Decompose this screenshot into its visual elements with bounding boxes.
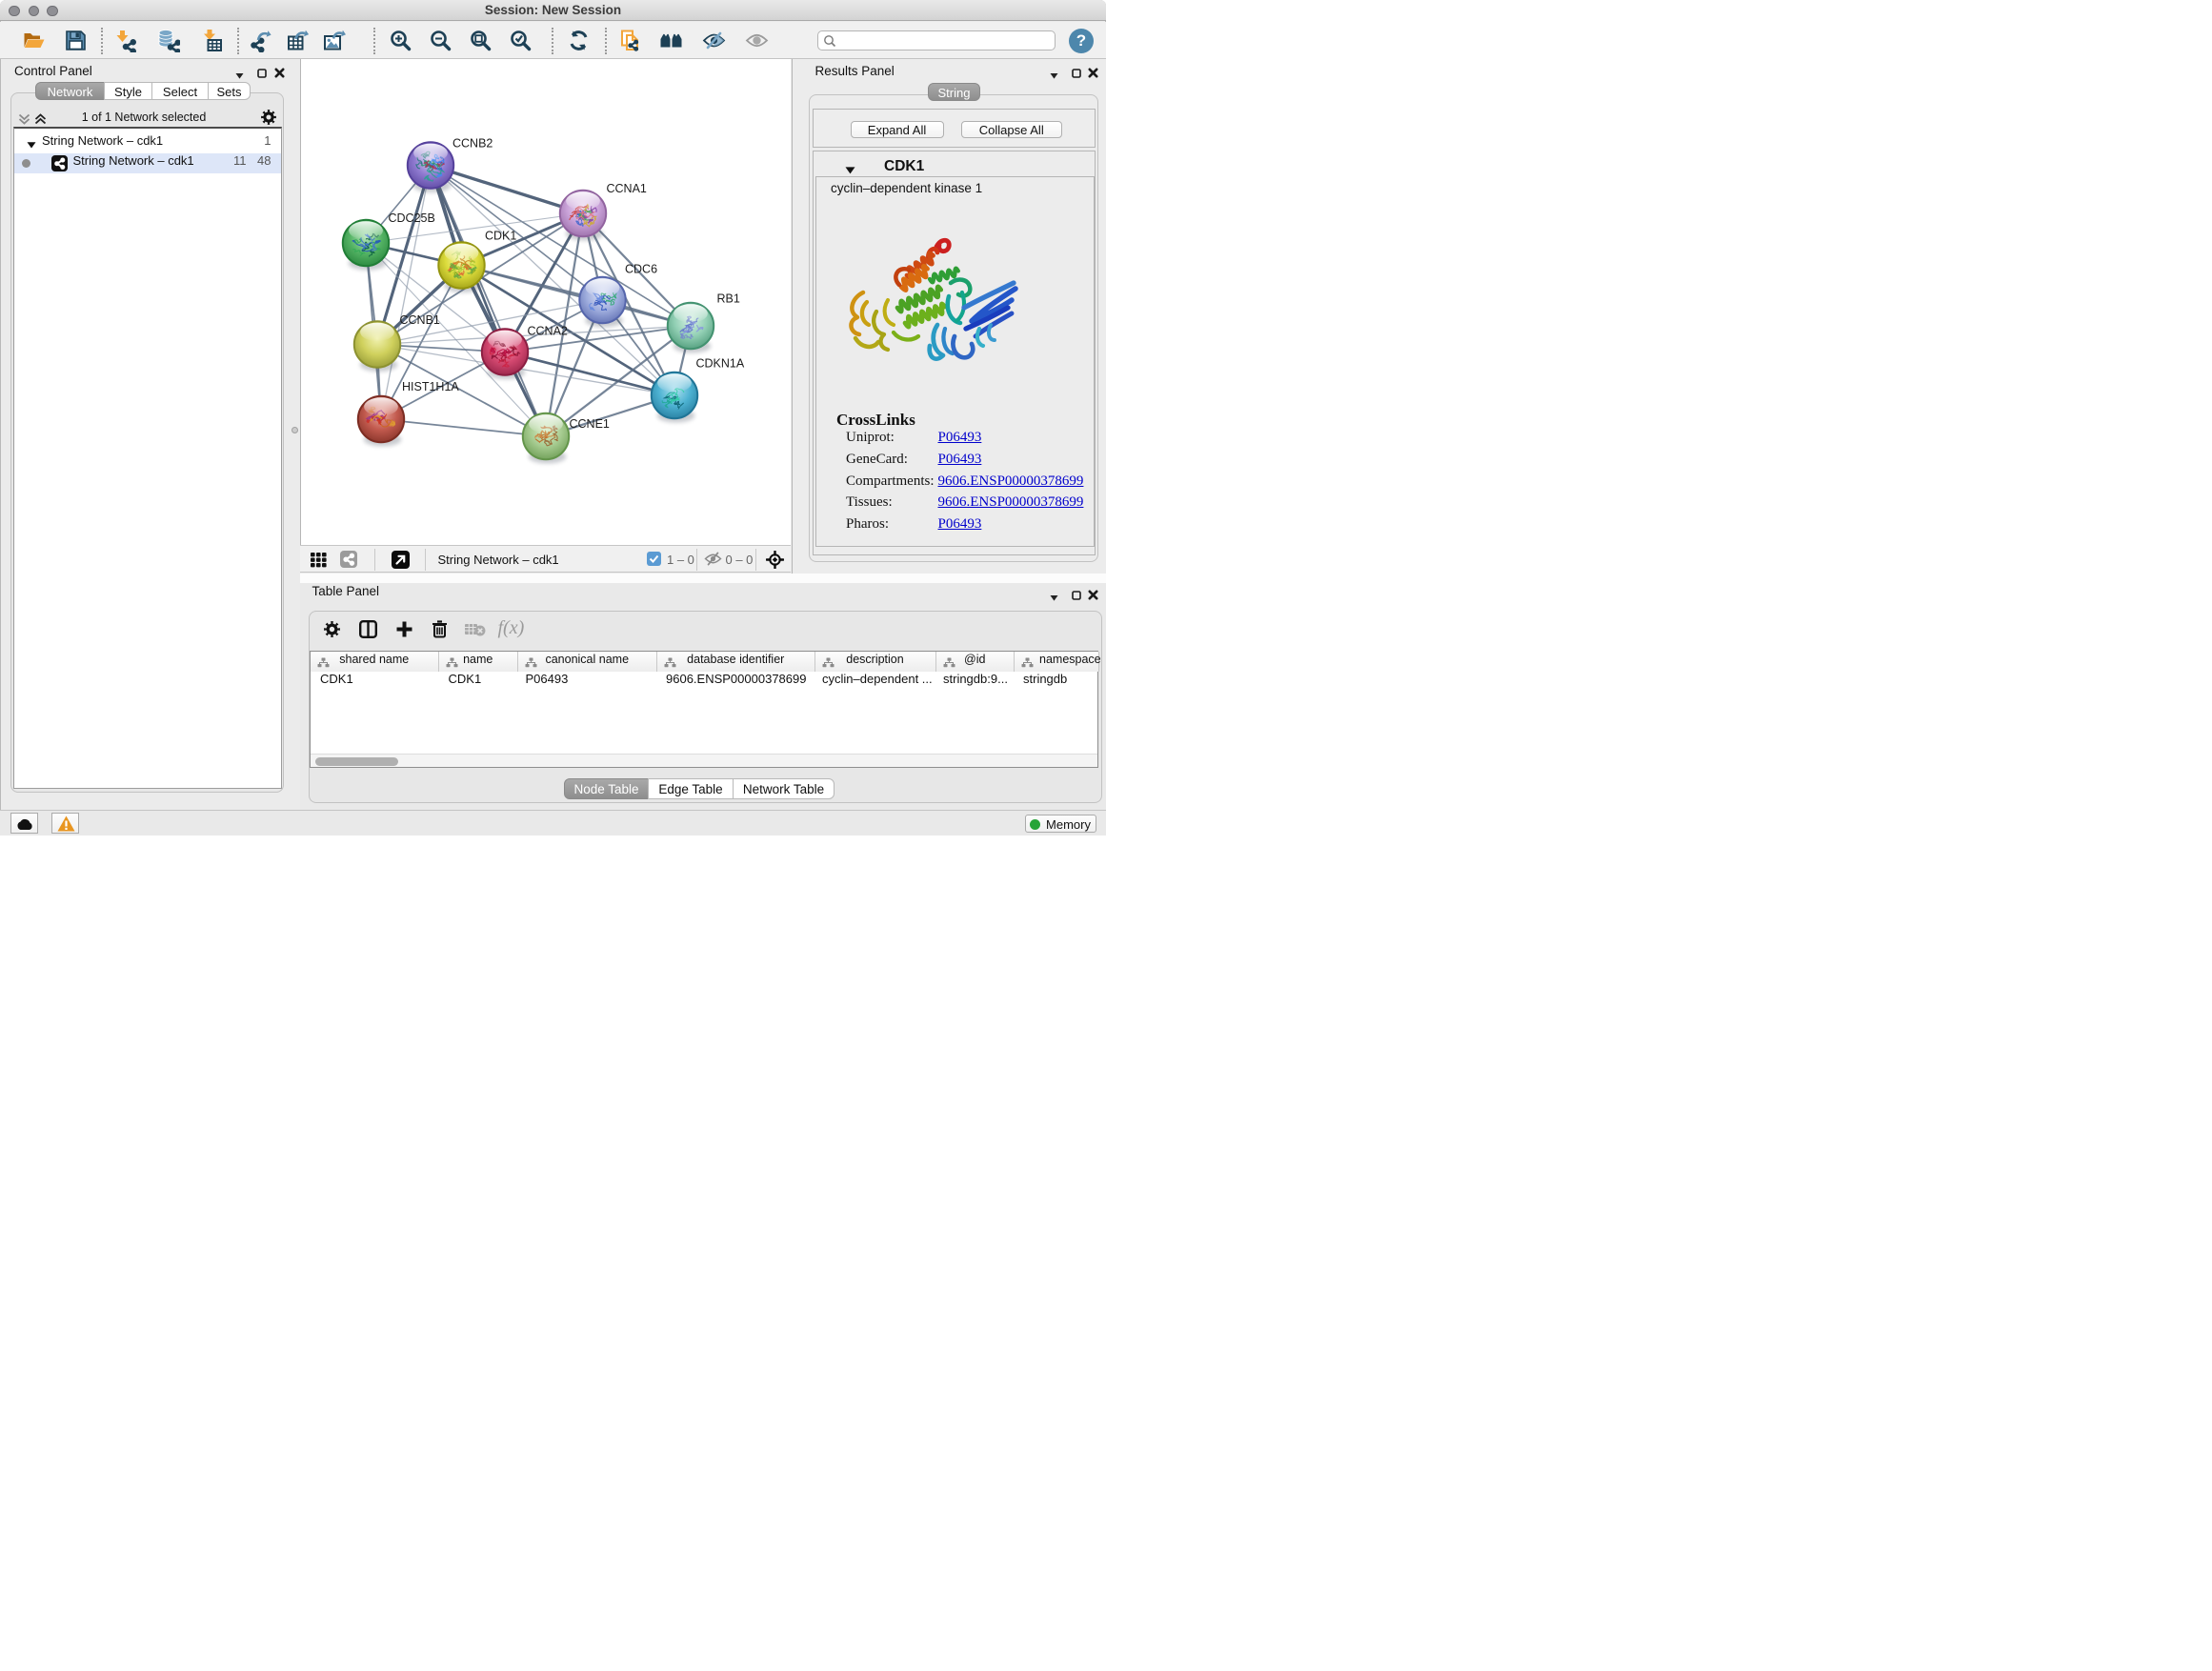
svg-text:CDC6: CDC6 <box>625 263 657 276</box>
svg-text:CCNA1: CCNA1 <box>607 182 647 195</box>
svg-text:CCNE1: CCNE1 <box>570 417 610 431</box>
svg-text:CCNA2: CCNA2 <box>528 325 568 338</box>
svg-text:CCNB1: CCNB1 <box>400 313 440 327</box>
svg-text:CDC25B: CDC25B <box>389 211 435 225</box>
svg-text:CCNB2: CCNB2 <box>452 137 493 151</box>
svg-text:HIST1H1A: HIST1H1A <box>402 380 459 393</box>
svg-text:CDKN1A: CDKN1A <box>696 357 745 371</box>
svg-text:RB1: RB1 <box>717 292 740 306</box>
svg-text:CDK1: CDK1 <box>485 230 516 243</box>
